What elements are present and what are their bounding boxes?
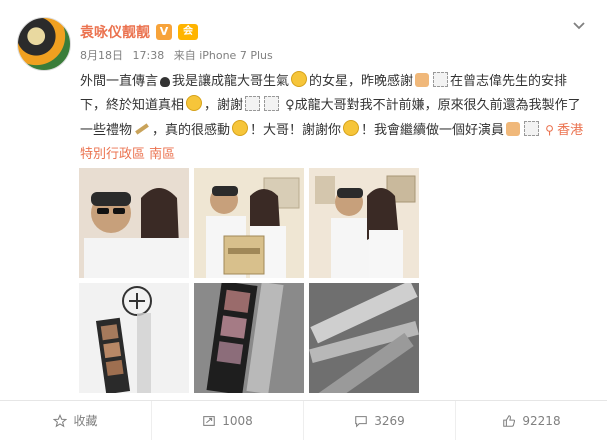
- star-icon: [53, 413, 68, 427]
- photo-thumbnail[interactable]: [79, 283, 189, 393]
- photo-thumbnail[interactable]: [79, 168, 189, 278]
- post-text-segment: ！大哥！謝謝你: [250, 123, 342, 138]
- post-text-segment: ！我會繼續做一個好演員: [361, 123, 505, 138]
- praying-hands-icon: [415, 73, 430, 87]
- location-pin-icon: ⚲: [545, 123, 554, 137]
- flexed-arm-icon: [506, 122, 521, 136]
- post-meta: 8月18日 17:38 来自 iPhone 7 Plus: [80, 47, 279, 63]
- member-badge-icon[interactable]: 会: [178, 24, 198, 40]
- sad-face-icon: [232, 120, 249, 136]
- post-text-segment: ，謝謝: [204, 98, 244, 113]
- weibo-post-card: 袁咏仪靓靓 V 会 8月18日 17:38 来自 iPhone 7 Plus 外…: [0, 0, 607, 440]
- post-text-segment: 我是讓成龍大哥生氣: [172, 74, 290, 89]
- avatar[interactable]: [17, 17, 71, 71]
- comment-icon: [355, 415, 367, 428]
- post-date[interactable]: 8月18日: [80, 49, 123, 62]
- emoji-placeholder-icon: [264, 96, 280, 111]
- favorite-label: 收藏: [73, 414, 98, 428]
- author-name[interactable]: 袁咏仪靓靓: [80, 22, 150, 42]
- post-text: 外間一直傳言 我是讓成龍大哥生氣 的女星，昨晚感謝 在曾志偉先生的安排下，終於知道真相…: [80, 70, 585, 167]
- sad-face-icon: [186, 95, 203, 111]
- post-source: 来自 iPhone 7 Plus: [173, 49, 273, 62]
- verified-badge-icon[interactable]: V: [156, 24, 172, 40]
- lips-icon: [160, 77, 171, 87]
- emoji-placeholder-icon: [245, 96, 261, 111]
- photo-thumbnail[interactable]: [309, 283, 419, 393]
- photo-thumbnail[interactable]: [194, 168, 304, 278]
- like-button[interactable]: 92218: [456, 401, 607, 440]
- post-text-segment: ，真的很感動: [152, 123, 231, 138]
- action-bar: 收藏 1008 3269 92218: [0, 400, 607, 440]
- post-text-segment: 外間一直傳言: [80, 74, 159, 89]
- repost-button[interactable]: 1008: [152, 401, 304, 440]
- sad-face-icon: [291, 71, 308, 87]
- post-text-segment: 的女星，昨晚感謝: [309, 74, 414, 89]
- favorite-button[interactable]: 收藏: [0, 401, 152, 440]
- photo-thumbnail[interactable]: [309, 168, 419, 278]
- emoji-placeholder-icon: [433, 72, 449, 87]
- thumbs-up-icon: [503, 414, 516, 427]
- author-row: 袁咏仪靓靓 V 会: [80, 22, 198, 42]
- comment-button[interactable]: 3269: [304, 401, 456, 440]
- comment-count: 3269: [374, 413, 405, 428]
- heart-eyes-icon: [343, 120, 360, 136]
- repost-icon: [203, 415, 215, 426]
- post-time[interactable]: 17:38: [133, 49, 165, 62]
- chevron-down-icon[interactable]: [571, 18, 587, 34]
- emoji-placeholder-icon: [524, 121, 540, 136]
- like-count: 92218: [522, 413, 561, 428]
- photo-thumbnail[interactable]: [194, 283, 304, 393]
- repost-count: 1008: [222, 413, 253, 428]
- stick-icon: [135, 123, 149, 135]
